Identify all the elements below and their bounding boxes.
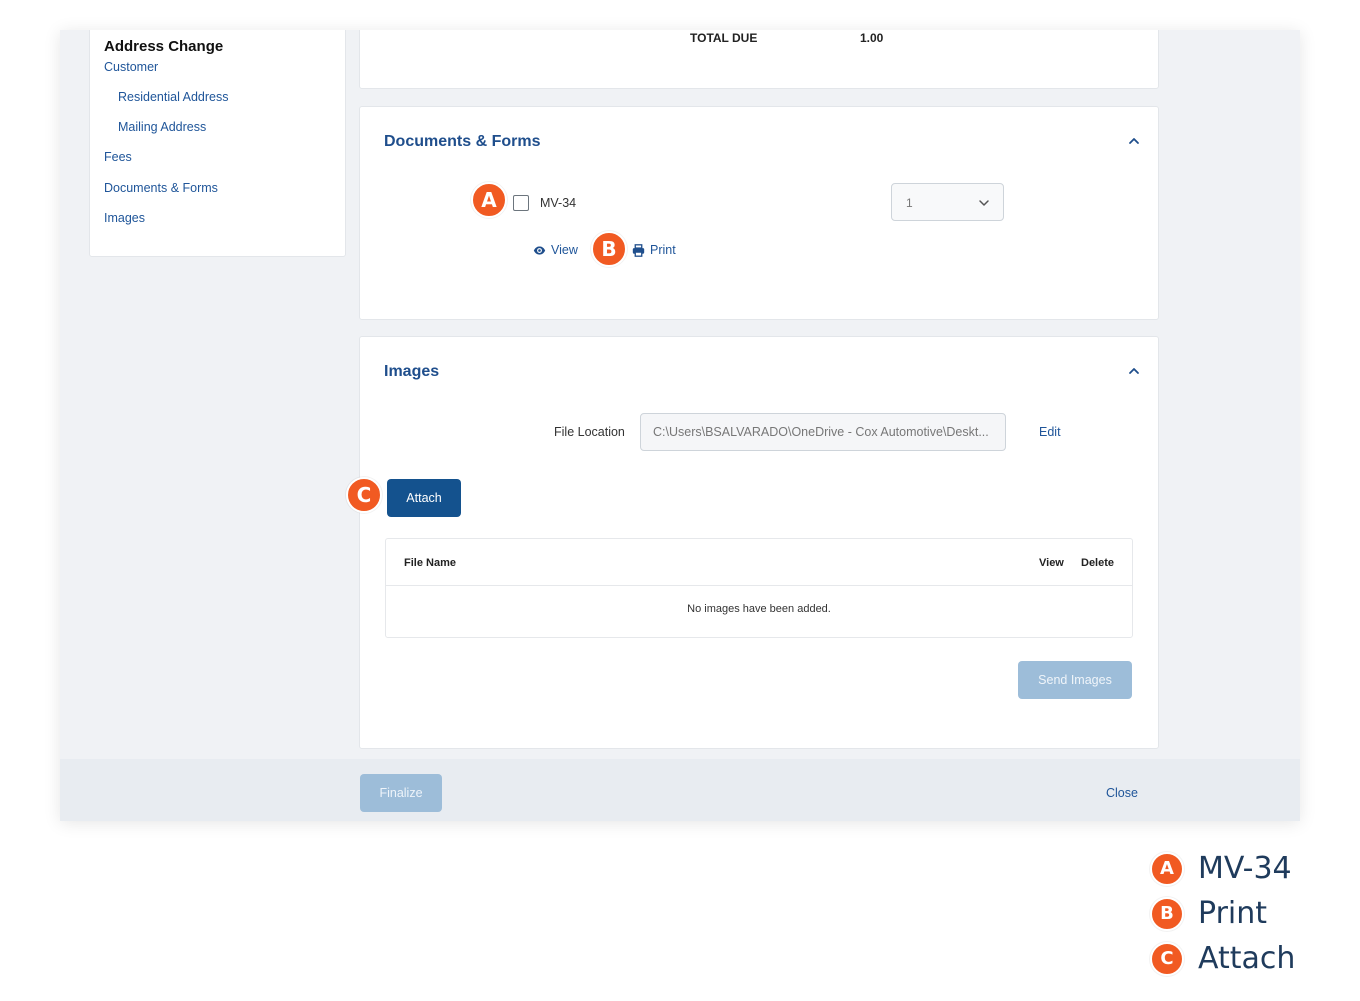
legend-label-b: Print — [1198, 896, 1268, 931]
copies-select-value: 1 — [906, 196, 913, 210]
chevron-up-icon[interactable] — [1126, 133, 1142, 149]
sidebar: Address Change Customer Residential Addr… — [89, 30, 346, 257]
copies-select[interactable]: 1 — [891, 183, 1004, 221]
callout-badge-a: A — [471, 182, 507, 218]
legend-label-a: MV-34 — [1198, 851, 1292, 886]
sidebar-item-documents-forms[interactable]: Documents & Forms — [104, 181, 218, 195]
callout-badge-b: B — [591, 231, 627, 267]
sidebar-item-residential-address[interactable]: Residential Address — [118, 90, 228, 104]
mv-34-checkbox[interactable] — [513, 195, 529, 211]
send-images-button[interactable]: Send Images — [1018, 661, 1132, 699]
attach-button[interactable]: Attach — [387, 479, 461, 517]
sidebar-title: Address Change — [104, 38, 224, 55]
legend-item-a: A MV-34 — [1150, 851, 1292, 886]
total-due-label: TOTAL DUE — [690, 31, 758, 45]
images-table: File Name View Delete No images have bee… — [385, 538, 1133, 638]
file-location-input[interactable] — [640, 413, 1006, 451]
finalize-button[interactable]: Finalize — [360, 774, 442, 812]
fees-summary-card: TOTAL DUE 1.00 — [359, 30, 1159, 89]
legend-badge-b: B — [1150, 896, 1184, 931]
legend-item-c: C Attach — [1150, 941, 1295, 976]
chevron-up-icon[interactable] — [1126, 363, 1142, 379]
documents-forms-title: Documents & Forms — [384, 133, 541, 150]
address-change-window: Address Change Customer Residential Addr… — [60, 30, 1300, 821]
file-location-label: File Location — [554, 425, 625, 439]
eye-icon — [533, 245, 546, 255]
edit-file-location-link[interactable]: Edit — [1039, 425, 1061, 439]
legend-item-b: B Print — [1150, 896, 1267, 931]
legend-badge-a: A — [1150, 851, 1184, 886]
print-link-label: Print — [650, 243, 676, 257]
images-table-header: File Name View Delete — [386, 539, 1132, 586]
print-link[interactable]: Print — [632, 243, 676, 257]
total-due-value: 1.00 — [860, 31, 884, 45]
empty-table-message: No images have been added. — [687, 603, 831, 615]
images-title: Images — [384, 363, 440, 380]
view-link-label: View — [551, 243, 578, 257]
mv-34-label: MV-34 — [540, 196, 577, 210]
sidebar-item-customer[interactable]: Customer — [104, 60, 158, 74]
legend-label-c: Attach — [1198, 941, 1296, 976]
images-section: Images File Location Edit Attach File Na… — [359, 336, 1159, 749]
chevron-down-icon — [979, 200, 989, 206]
printer-icon — [632, 243, 645, 257]
callout-badge-c: C — [346, 477, 382, 513]
close-link[interactable]: Close — [1106, 786, 1138, 800]
sidebar-item-fees[interactable]: Fees — [104, 150, 132, 164]
view-link[interactable]: View — [533, 243, 578, 257]
sidebar-item-mailing-address[interactable]: Mailing Address — [118, 120, 206, 134]
column-delete: Delete — [1081, 557, 1115, 569]
column-view: View — [1039, 557, 1064, 569]
sidebar-item-images[interactable]: Images — [104, 211, 145, 225]
legend-badge-c: C — [1150, 941, 1184, 976]
column-file-name: File Name — [404, 557, 456, 569]
